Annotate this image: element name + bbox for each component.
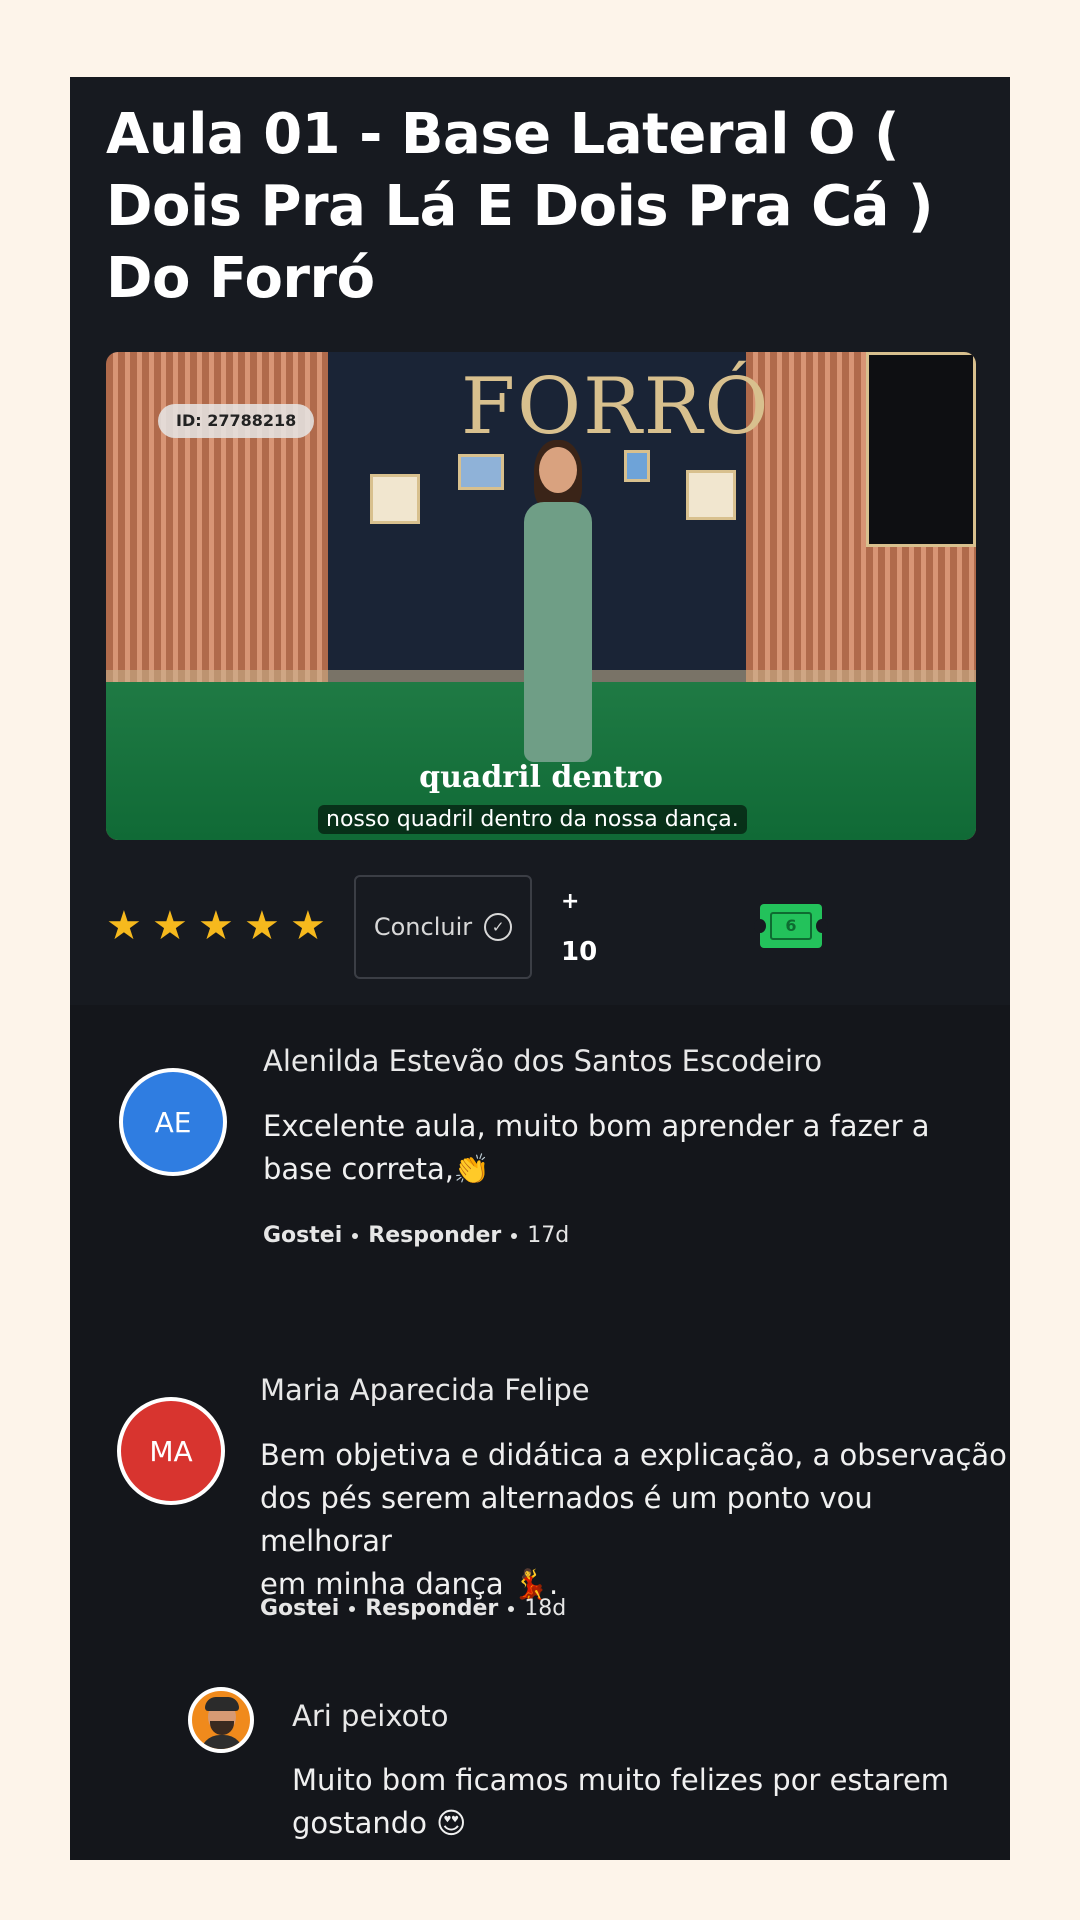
separator-dot bbox=[349, 1605, 356, 1612]
video-id-badge: ID: 27788218 bbox=[158, 404, 315, 438]
dancer-poster bbox=[866, 352, 976, 547]
comment-author[interactable]: Alenilda Estevão dos Santos Escodeiro bbox=[263, 1044, 822, 1078]
reply-text-line: Muito bom ficamos muito felizes por esta… bbox=[292, 1763, 950, 1797]
avatar-beard bbox=[210, 1721, 234, 1735]
reply-author[interactable]: Ari peixoto bbox=[292, 1699, 448, 1733]
reply-button[interactable]: Responder bbox=[368, 1223, 501, 1248]
like-button[interactable]: Gostei bbox=[263, 1223, 342, 1248]
separator-dot bbox=[508, 1605, 515, 1612]
comment-text: Bem objetiva e didática a explicação, a … bbox=[260, 1434, 1010, 1606]
reply-button[interactable]: Responder bbox=[365, 1596, 498, 1621]
conclude-label: Concluir bbox=[373, 913, 473, 941]
comment-text-line: Bem objetiva e didática a explicação, a … bbox=[260, 1438, 1007, 1472]
avatar[interactable] bbox=[188, 1687, 254, 1753]
points-value: 10 bbox=[561, 937, 598, 967]
dancer-frame-right bbox=[686, 470, 736, 520]
lesson-title: Aula 01 - Base Lateral O ( Dois Pra Lá E… bbox=[106, 102, 934, 311]
ticket-icon[interactable]: 6 bbox=[754, 904, 828, 948]
avatar-initials: AE bbox=[154, 1105, 192, 1139]
points-prefix: + bbox=[561, 889, 580, 914]
lesson-header-section: Aula 01 - Base Lateral O ( Dois Pra Lá E… bbox=[70, 77, 1010, 1005]
like-button[interactable]: Gostei bbox=[260, 1596, 339, 1621]
star-icon[interactable]: ★ bbox=[244, 906, 282, 946]
comment-actions: Gostei Responder 18d bbox=[260, 1596, 566, 1621]
certificate-frame bbox=[458, 454, 504, 490]
star-icon[interactable]: ★ bbox=[290, 906, 328, 946]
dancer-frame-left bbox=[370, 474, 420, 524]
ticket-symbol: 6 bbox=[770, 912, 812, 940]
instructor-head bbox=[539, 447, 577, 493]
video-caption-main: quadril dentro bbox=[419, 760, 663, 795]
comment-actions: Gostei Responder 17d bbox=[263, 1223, 569, 1248]
small-frame bbox=[624, 450, 650, 482]
avatar-shirt bbox=[200, 1735, 244, 1749]
comment-age: 17d bbox=[527, 1223, 570, 1248]
star-icon[interactable]: ★ bbox=[198, 906, 236, 946]
video-caption-subtitle: nosso quadril dentro da nossa dança. bbox=[318, 805, 747, 834]
rating-stars: ★ ★ ★ ★ ★ bbox=[106, 906, 328, 946]
video-player[interactable]: FORRÓ ID: 27788218 quadril dentro nosso … bbox=[106, 352, 976, 840]
star-icon[interactable]: ★ bbox=[152, 906, 190, 946]
comment-text-line: Excelente aula, muito bom aprender a faz… bbox=[263, 1109, 930, 1143]
reply-text-line: gostando 😍 bbox=[292, 1806, 467, 1840]
comment-text-line: dos pés serem alternados é um ponto vou … bbox=[260, 1481, 873, 1558]
separator-dot bbox=[352, 1232, 359, 1239]
comment-text: Excelente aula, muito bom aprender a faz… bbox=[263, 1105, 930, 1191]
avatar-initials: MA bbox=[149, 1434, 193, 1468]
avatar-cap bbox=[205, 1697, 239, 1711]
avatar[interactable]: AE bbox=[119, 1068, 227, 1176]
lesson-card: Aula 01 - Base Lateral O ( Dois Pra Lá E… bbox=[70, 77, 1010, 1860]
avatar[interactable]: MA bbox=[117, 1397, 225, 1505]
conclude-button[interactable]: Concluir ✓ bbox=[354, 875, 532, 979]
comment-author[interactable]: Maria Aparecida Felipe bbox=[260, 1373, 590, 1407]
reply-text: Muito bom ficamos muito felizes por esta… bbox=[292, 1759, 949, 1845]
star-icon[interactable]: ★ bbox=[106, 906, 144, 946]
video-sign: FORRÓ bbox=[461, 362, 771, 452]
instructor-body bbox=[524, 502, 592, 762]
comment-text-line: base correta,👏 bbox=[263, 1152, 491, 1186]
separator-dot bbox=[511, 1232, 518, 1239]
comment-age: 18d bbox=[524, 1596, 567, 1621]
check-circle-icon: ✓ bbox=[484, 913, 513, 941]
